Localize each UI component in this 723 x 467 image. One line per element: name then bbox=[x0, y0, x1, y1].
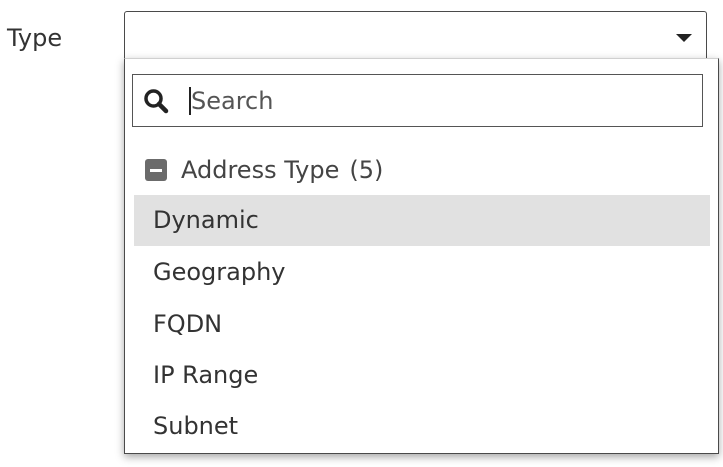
option-geography[interactable]: Geography bbox=[134, 247, 710, 298]
search-input[interactable] bbox=[177, 79, 701, 122]
search-box[interactable] bbox=[132, 74, 703, 127]
search-icon bbox=[144, 89, 169, 114]
option-ip-range[interactable]: IP Range bbox=[134, 350, 710, 401]
group-count: (5) bbox=[349, 156, 384, 184]
group-label: Address Type bbox=[181, 156, 340, 184]
type-select[interactable] bbox=[124, 11, 707, 58]
option-dynamic[interactable]: Dynamic bbox=[134, 195, 710, 246]
option-subnet[interactable]: Subnet bbox=[134, 401, 710, 452]
group-header-address-type[interactable]: Address Type (5) bbox=[145, 150, 383, 190]
collapse-minus-icon[interactable] bbox=[145, 159, 167, 181]
chevron-down-icon[interactable] bbox=[676, 34, 692, 42]
type-dropdown-menu: Address Type (5) Dynamic Geography FQDN … bbox=[124, 58, 719, 454]
option-fqdn[interactable]: FQDN bbox=[134, 299, 710, 350]
type-label: Type bbox=[7, 24, 63, 52]
